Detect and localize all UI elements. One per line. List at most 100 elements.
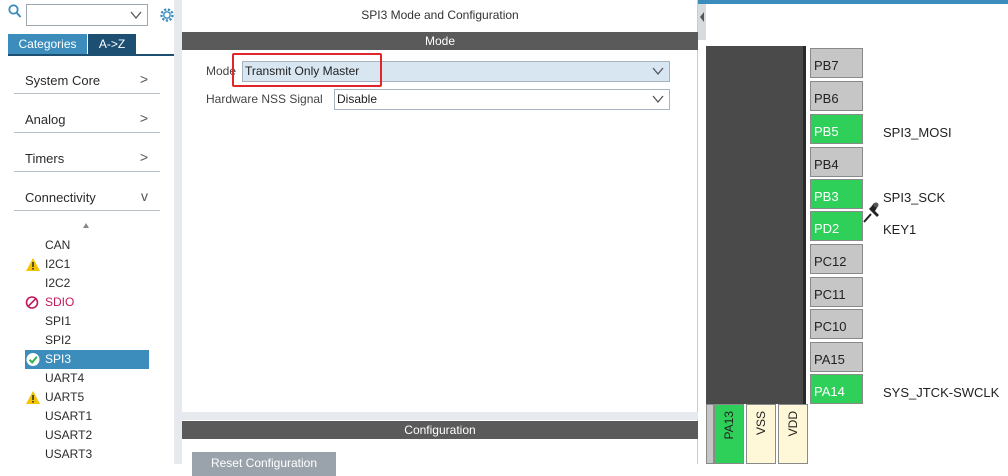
hardware-nss-select[interactable]: Disable <box>334 89 670 110</box>
panel-splitter[interactable] <box>174 0 182 464</box>
highlight-box <box>232 53 382 87</box>
hardware-nss-select-value: Disable <box>337 92 378 106</box>
peripheral-label: SPI3 <box>45 352 72 366</box>
peripheral-label: SPI2 <box>45 333 72 347</box>
pin-pc11[interactable]: PC11 <box>810 277 863 307</box>
pin-label: PB3 <box>814 189 839 204</box>
peripheral-label: USART1 <box>45 409 93 423</box>
category-connectivity[interactable]: Connectivity v <box>14 181 160 211</box>
pin-pd2[interactable]: PD2 <box>810 211 863 241</box>
peripheral-i2c1[interactable]: I2C1 <box>25 255 149 274</box>
chevron-down-icon[interactable] <box>130 9 142 21</box>
peripheral-label: I2C1 <box>45 257 71 271</box>
tab-a-to-z[interactable]: A->Z <box>88 34 136 54</box>
pin-bottom-partial[interactable] <box>706 404 714 464</box>
search-input[interactable] <box>26 4 148 26</box>
category-timers[interactable]: Timers > <box>14 142 160 172</box>
pin-pa13[interactable]: PA13 <box>714 404 744 464</box>
pin-pb6[interactable]: PB6 <box>810 81 863 111</box>
pin-label: VDD <box>786 411 800 437</box>
pin-label: PA13 <box>722 411 736 440</box>
collapse-panel-button[interactable] <box>698 4 706 40</box>
mode-configuration-panel: SPI3 Mode and Configuration Mode Mode Tr… <box>182 0 698 476</box>
warning-icon <box>26 391 40 404</box>
category-label: Timers <box>25 151 65 166</box>
pin-pc12[interactable]: PC12 <box>810 244 863 274</box>
category-label: Analog <box>25 112 66 127</box>
pin-pb7[interactable]: PB7 <box>810 48 863 78</box>
category-label: System Core <box>25 73 101 88</box>
pin-pc10[interactable]: PC10 <box>810 309 863 339</box>
pin-label: PB7 <box>814 58 839 73</box>
pin-label: PB5 <box>814 124 839 139</box>
signal-label-pb5: SPI3_MOSI <box>883 125 952 140</box>
blocked-icon <box>25 296 39 309</box>
peripheral-label: USART3 <box>45 447 93 461</box>
configuration-section-header[interactable]: Configuration <box>182 421 698 439</box>
tab-categories[interactable]: Categories <box>8 34 87 54</box>
peripheral-label: UART5 <box>45 390 85 404</box>
warning-icon <box>26 258 40 271</box>
hardware-nss-label: Hardware NSS Signal <box>206 92 323 106</box>
chip-body <box>706 46 806 404</box>
signal-label-pb3: SPI3_SCK <box>883 190 946 205</box>
peripheral-spi3[interactable]: SPI3 <box>25 350 149 369</box>
peripheral-label: SDIO <box>45 295 75 309</box>
pin-pb5[interactable]: PB5 <box>810 114 863 144</box>
pin-pb3[interactable]: PB3 <box>810 179 863 209</box>
signal-label-pa14: SYS_JTCK-SWCLK <box>883 385 1000 400</box>
pin-pa14[interactable]: PA14 <box>810 374 863 404</box>
pin-label: PB6 <box>814 91 839 106</box>
pin-label: PC12 <box>814 254 847 269</box>
search-icon[interactable] <box>8 4 22 20</box>
pin-label: PA15 <box>814 352 845 367</box>
pin-pa15[interactable]: PA15 <box>810 342 863 372</box>
panel-title: SPI3 Mode and Configuration <box>361 8 519 22</box>
signal-label-pd2: KEY1 <box>883 222 917 237</box>
view-top-strip <box>698 0 1008 4</box>
left-panel: Categories A->Z System Core > Analog > T… <box>0 0 174 464</box>
section-divider <box>182 412 698 420</box>
peripheral-uart5[interactable]: UART5 <box>25 388 149 407</box>
category-system-core[interactable]: System Core > <box>14 64 160 94</box>
peripheral-usart2[interactable]: USART2 <box>25 426 149 445</box>
scroll-up-icon[interactable] <box>82 222 90 232</box>
chevron-down-icon[interactable] <box>652 93 664 105</box>
pin-label: PC11 <box>814 287 846 302</box>
mode-section-header[interactable]: Mode <box>182 32 698 50</box>
pin-label: VSS <box>754 411 768 436</box>
peripheral-usart1[interactable]: USART1 <box>25 407 149 426</box>
peripheral-sdio[interactable]: SDIO <box>25 293 149 312</box>
peripheral-label: SPI1 <box>45 314 72 328</box>
category-analog[interactable]: Analog > <box>14 103 160 133</box>
tab-underline <box>8 54 174 56</box>
pinout-view: PB7 PB6 PB5 PB4 PB3 PD2 PC12 PC11 PC10 P… <box>698 0 1008 464</box>
category-label: Connectivity <box>25 190 96 205</box>
chevron-right-icon: > <box>139 110 148 126</box>
pin-label: PA14 <box>814 384 845 399</box>
pin-label: PC10 <box>814 319 847 334</box>
chevron-down-icon[interactable] <box>652 65 664 77</box>
chevron-down-icon: v <box>141 188 148 204</box>
pin-vdd[interactable]: VDD <box>778 404 808 464</box>
peripheral-uart4[interactable]: UART4 <box>25 369 149 388</box>
pin-vss[interactable]: VSS <box>746 404 776 464</box>
peripheral-spi2[interactable]: SPI2 <box>25 331 149 350</box>
peripheral-i2c2[interactable]: I2C2 <box>25 274 149 293</box>
reset-configuration-button[interactable]: Reset Configuration <box>192 452 336 476</box>
peripheral-usart3[interactable]: USART3 <box>25 445 149 464</box>
check-icon <box>26 353 40 366</box>
pushpin-icon[interactable] <box>860 200 884 226</box>
chevron-left-icon <box>700 12 704 22</box>
peripheral-label: USART2 <box>45 428 93 442</box>
peripheral-label: I2C2 <box>45 276 71 290</box>
peripheral-label: CAN <box>45 238 71 252</box>
pin-label: PB4 <box>814 157 839 172</box>
peripheral-label: UART4 <box>45 371 85 385</box>
pin-pb4[interactable]: PB4 <box>810 147 863 177</box>
peripheral-can[interactable]: CAN <box>25 236 149 255</box>
chevron-right-icon: > <box>139 71 148 87</box>
peripheral-spi1[interactable]: SPI1 <box>25 312 149 331</box>
chevron-right-icon: > <box>139 149 148 165</box>
pin-label: PD2 <box>814 221 840 236</box>
